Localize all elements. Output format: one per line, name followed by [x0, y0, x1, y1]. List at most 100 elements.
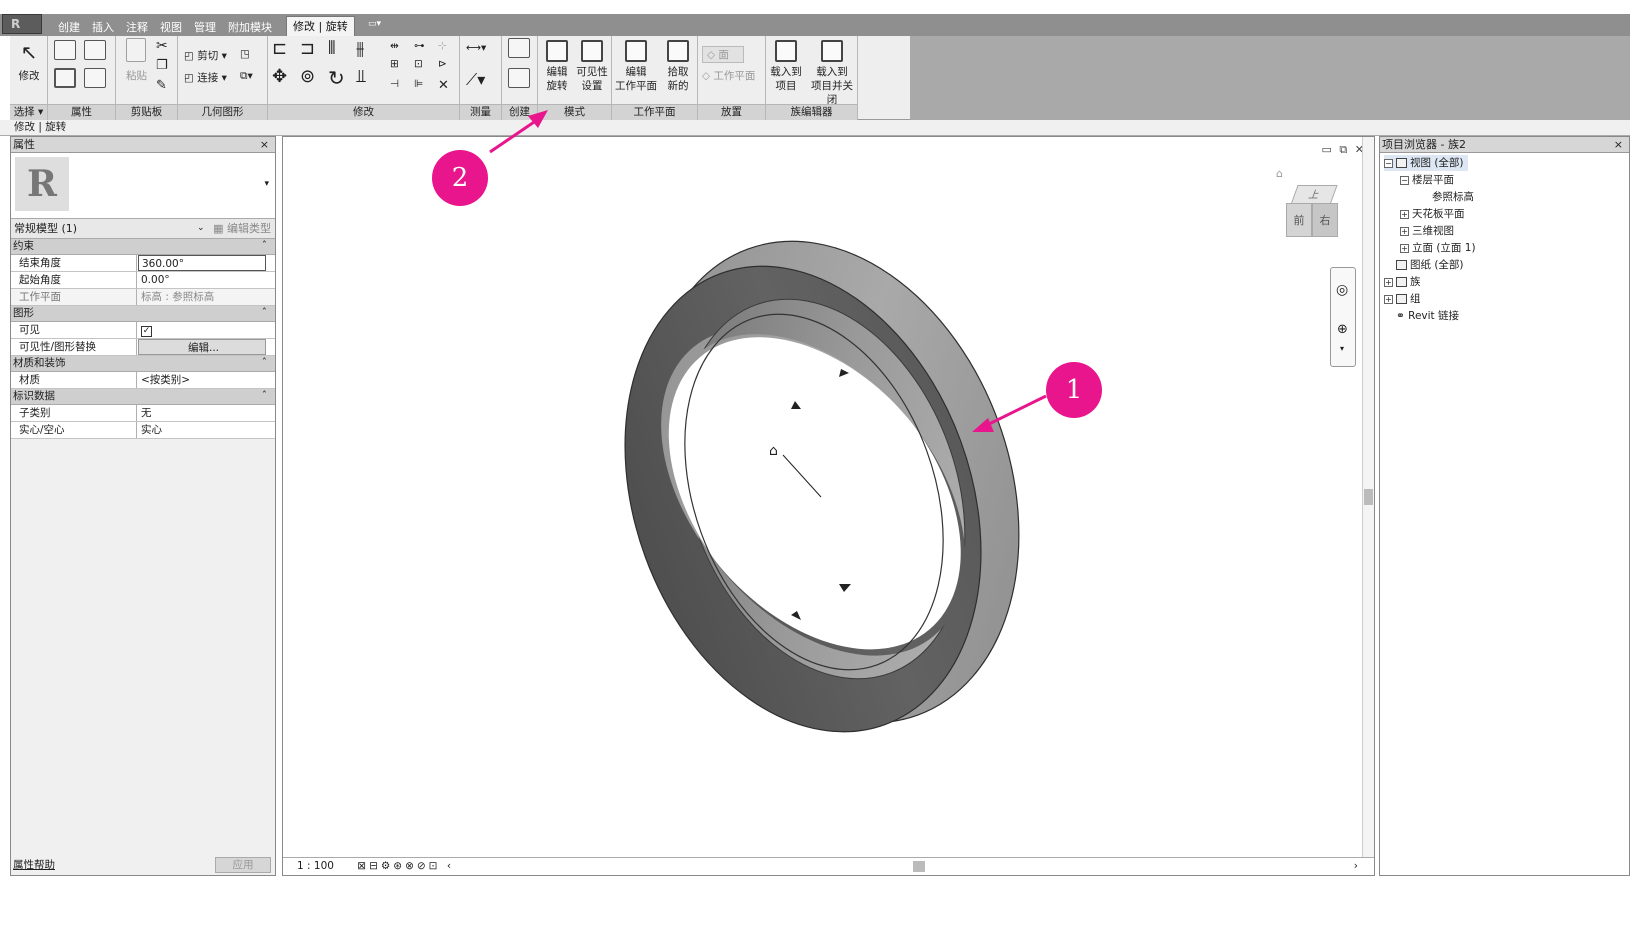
solid-void-value[interactable]: 实心 — [138, 422, 266, 438]
viewcube[interactable]: 上 前 右 ⌂ — [1276, 167, 1346, 251]
tab-create[interactable]: 创建 — [52, 18, 86, 36]
load-into-project-button[interactable]: 载入到 项目 — [768, 38, 804, 102]
tab-insert[interactable]: 插入 — [86, 18, 120, 36]
edit-workplane-button[interactable]: 编辑 工作平面 — [614, 38, 658, 102]
align-icon[interactable]: ⊏ — [272, 38, 287, 59]
collapse-icon[interactable]: − — [1384, 158, 1393, 168]
place-face-button[interactable]: ◇ 面 — [702, 46, 744, 63]
view-scale[interactable]: 1 : 100 — [297, 860, 334, 872]
tree-node-families[interactable]: + 族 — [1384, 274, 1421, 290]
horizontal-scroll-thumb[interactable] — [913, 861, 925, 872]
visible-checkbox[interactable]: ✓ — [141, 326, 152, 337]
place-workplane-button[interactable]: ◇ 工作平面 — [702, 68, 755, 83]
tab-addins[interactable]: 附加模块 — [222, 18, 278, 36]
mirror-draw-icon[interactable]: ⫵ — [356, 38, 364, 59]
collapse-caret-icon[interactable]: ˆ — [262, 389, 267, 404]
view-control-icons[interactable]: ⊠⊟⚙⊛⊗⊘⊡ ‹ — [357, 860, 454, 872]
expand-icon[interactable]: + — [1400, 209, 1409, 219]
vertical-scrollbar[interactable] — [1362, 137, 1374, 859]
create-group-icon[interactable] — [508, 38, 530, 58]
panel-select-label[interactable]: 选择 ▾ — [10, 104, 47, 120]
mirror-axis-icon[interactable]: ⫴ — [328, 38, 336, 59]
trim-icon[interactable]: ⫫ — [356, 66, 366, 87]
collapse-icon[interactable]: − — [1400, 175, 1409, 185]
measure-icon[interactable]: ⟷▾ — [466, 42, 486, 54]
trim-multiple-icon[interactable]: ⊫ — [414, 78, 423, 90]
create-similar-icon[interactable] — [508, 68, 530, 88]
tree-node-3d-views[interactable]: + 三维视图 — [1400, 223, 1454, 239]
tab-annotate[interactable]: 注释 — [120, 18, 154, 36]
visibility-edit-button[interactable]: 编辑... — [138, 339, 266, 355]
scale-icon[interactable]: ⊡ — [414, 58, 423, 70]
nav-dropdown-icon[interactable]: ▾ — [1340, 344, 1344, 353]
drawing-viewport[interactable]: ▭ ⧉ ✕ ⌂ 上 前 右 ⌂ ◎ ⊕ ▾ 1: 100 ⊠⊟⚙⊛⊗⊘⊡ ‹ … — [282, 136, 1375, 876]
cope-icon[interactable]: ◳ — [240, 48, 250, 60]
viewcube-right-face[interactable]: 右 — [1312, 203, 1338, 237]
cut-geometry-button[interactable]: ◰ 剪切 ▾ — [184, 48, 227, 63]
copy-element-icon[interactable]: ⊚ — [300, 66, 315, 87]
group-materials[interactable]: 材质和装饰 ˆ — [11, 356, 275, 372]
tab-manage[interactable]: 管理 — [188, 18, 222, 36]
pin-icon[interactable]: ⊹ — [438, 40, 447, 52]
paste-icon[interactable] — [126, 38, 146, 62]
type-dropdown-icon[interactable]: ▾ — [264, 179, 269, 189]
start-angle-input[interactable]: 0.00° — [138, 272, 266, 288]
expand-icon[interactable]: + — [1384, 277, 1393, 287]
apply-button[interactable]: 应用 — [215, 857, 271, 873]
tree-node-sheets[interactable]: 图纸 (全部) — [1384, 257, 1464, 273]
scroll-thumb[interactable] — [1364, 489, 1373, 505]
split-face-icon[interactable]: ⧉▾ — [240, 70, 253, 83]
application-menu-button[interactable]: R — [2, 14, 42, 34]
modify-button[interactable]: ↖ 修改 — [11, 38, 47, 102]
tab-overflow-icon[interactable]: ▭▾ — [362, 18, 387, 36]
tree-node-groups[interactable]: + 组 — [1384, 291, 1421, 307]
end-angle-input[interactable]: 360.00° — [138, 255, 266, 271]
pick-new-button[interactable]: 拾取 新的 — [660, 38, 696, 102]
type-properties-icon[interactable] — [84, 68, 106, 88]
tree-node-views[interactable]: − 视图 (全部) — [1384, 155, 1468, 171]
group-constraints[interactable]: 约束 ˆ — [11, 239, 275, 255]
subcategory-value[interactable]: 无 — [138, 405, 266, 421]
properties-close-button[interactable]: × — [260, 137, 269, 152]
tree-node-elevations[interactable]: + 立面 (立面 1) — [1400, 240, 1476, 256]
trim-single-icon[interactable]: ⊣ — [390, 78, 399, 90]
steering-wheel-icon[interactable]: ◎ — [1336, 282, 1348, 298]
move-icon[interactable]: ✥ — [272, 66, 287, 87]
zoom-icon[interactable]: ⊕ — [1337, 322, 1348, 337]
tab-view[interactable]: 视图 — [154, 18, 188, 36]
properties-help-link[interactable]: 属性帮助 — [13, 859, 55, 871]
collapse-caret-icon[interactable]: ˆ — [262, 306, 267, 321]
viewcube-top-face[interactable]: 上 — [1290, 185, 1338, 205]
tree-node-ref-level[interactable]: 参照标高 — [1432, 189, 1474, 205]
family-types-icon[interactable] — [54, 40, 76, 60]
unpin-icon[interactable]: ⊳ — [438, 58, 447, 70]
home-icon[interactable]: ⌂ — [1276, 167, 1283, 180]
collapse-caret-icon[interactable]: ˆ — [262, 239, 267, 254]
edit-type-button[interactable]: ▦ 编辑类型 — [213, 219, 271, 238]
offset-icon[interactable]: ⊐ — [300, 38, 315, 59]
viewcube-front-face[interactable]: 前 — [1286, 203, 1312, 237]
load-and-close-button[interactable]: 载入到 项目并关闭 — [806, 38, 858, 106]
copy-icon[interactable]: ❐ — [156, 58, 168, 73]
tree-node-ceiling-plans[interactable]: + 天花板平面 — [1400, 206, 1465, 222]
array-icon[interactable]: ⊞ — [390, 58, 399, 70]
family-category-icon[interactable] — [84, 40, 106, 60]
tree-node-revit-links[interactable]: ⚭ Revit 链接 — [1396, 308, 1459, 324]
split-gap-icon[interactable]: ⊶ — [414, 40, 425, 52]
collapse-caret-icon[interactable]: ˆ — [262, 356, 267, 371]
type-selector[interactable]: R ▾ — [11, 153, 275, 219]
project-browser-close-button[interactable]: × — [1614, 137, 1623, 152]
edit-revolve-button[interactable]: 编辑 旋转 — [540, 38, 574, 102]
group-graphics[interactable]: 图形 ˆ — [11, 306, 275, 322]
scroll-right-icon[interactable]: › — [1354, 858, 1358, 875]
split-icon[interactable]: ⇹ — [390, 40, 399, 52]
match-type-icon[interactable]: ✎ — [156, 78, 167, 93]
group-identity[interactable]: 标识数据 ˆ — [11, 389, 275, 405]
dimension-icon[interactable]: ⟋▾ — [466, 70, 485, 90]
tree-node-floor-plans[interactable]: − 楼层平面 — [1400, 172, 1454, 188]
expand-icon[interactable]: + — [1400, 243, 1409, 253]
scissors-icon[interactable]: ✂ — [156, 38, 168, 54]
visibility-settings-button[interactable]: 可见性 设置 — [574, 38, 610, 102]
properties-icon[interactable] — [54, 68, 76, 88]
expand-icon[interactable]: + — [1400, 226, 1409, 236]
